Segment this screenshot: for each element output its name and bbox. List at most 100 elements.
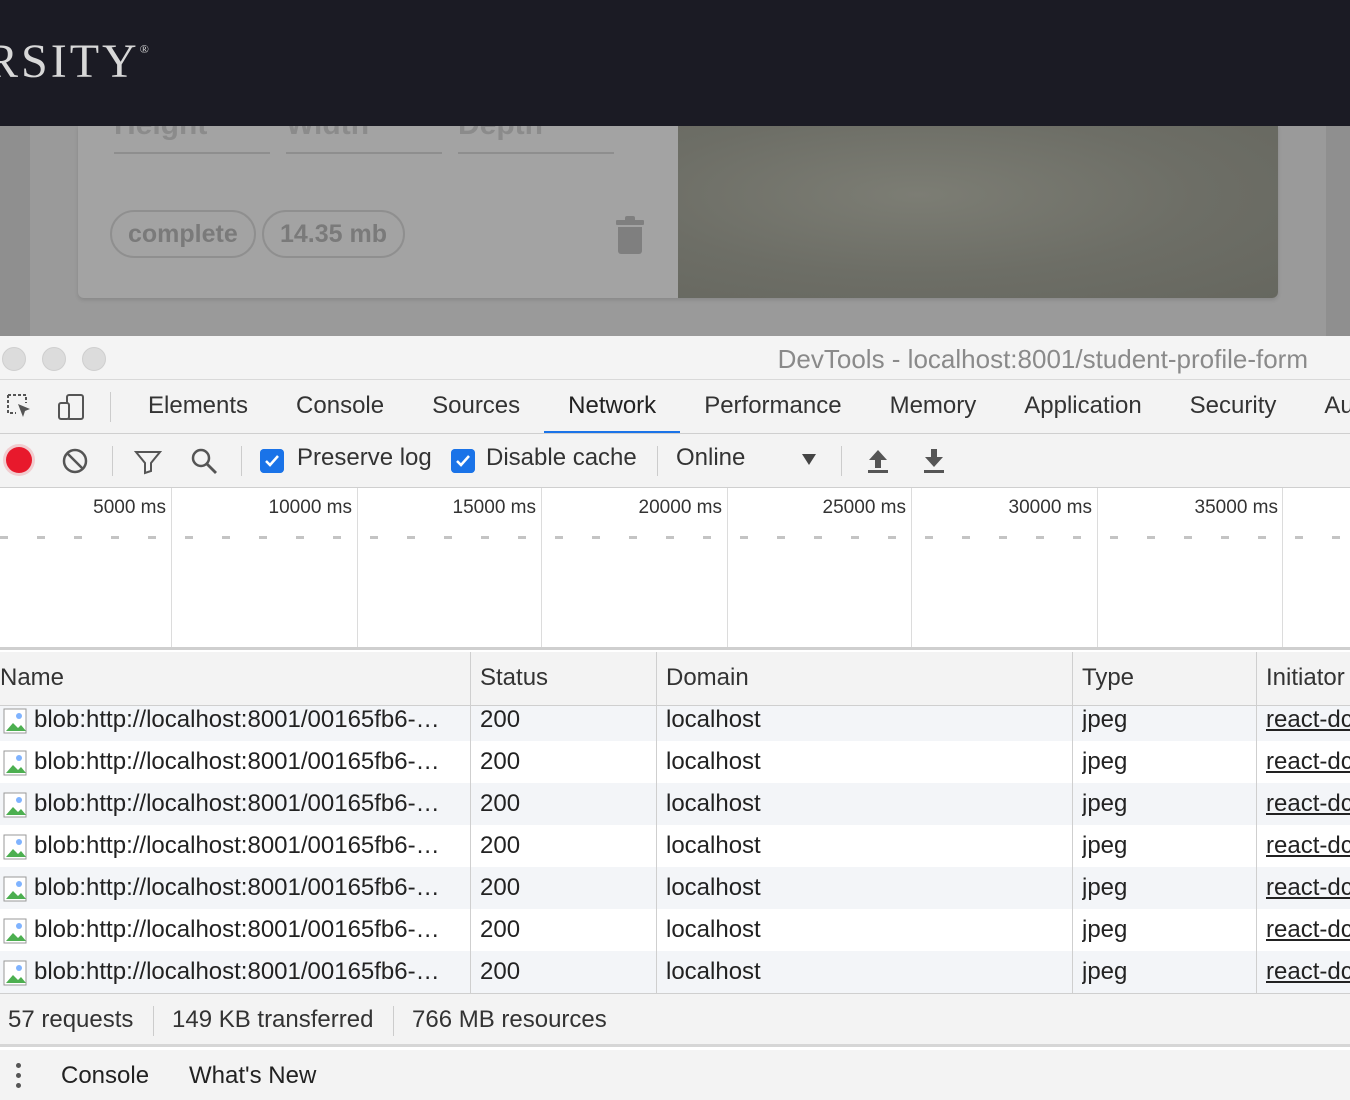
tab-elements[interactable]: Elements [124, 380, 272, 433]
tab-sources[interactable]: Sources [408, 380, 544, 433]
more-menu-icon[interactable] [16, 1063, 22, 1091]
requests-table-body: blob:http://localhost:8001/00165fb6-… 20… [0, 706, 1350, 993]
table-row[interactable]: blob:http://localhost:8001/00165fb6-… 20… [0, 825, 1350, 867]
tab-network[interactable]: Network [544, 380, 681, 433]
window-close-button[interactable] [2, 347, 26, 371]
request-type: jpeg [1082, 958, 1128, 985]
throttle-caret-icon[interactable] [802, 454, 816, 465]
toolbar-divider [241, 446, 242, 476]
image-file-icon [3, 750, 27, 776]
preserve-log-label[interactable]: Preserve log [297, 444, 432, 472]
inspect-element-icon[interactable] [5, 392, 35, 422]
image-file-icon [3, 876, 27, 902]
request-status: 200 [480, 790, 521, 817]
request-status: 200 [480, 874, 521, 901]
upload-card: Height Width Depth complete 14.35 mb [78, 126, 1278, 298]
site-brand[interactable]: RSITY® [0, 34, 149, 89]
toolbar-divider [657, 446, 658, 476]
drawer-tab-console[interactable]: Console [61, 1062, 149, 1090]
request-initiator-link[interactable]: react-dc [1266, 825, 1350, 867]
request-initiator-link[interactable]: react-dc [1266, 951, 1350, 993]
request-status: 200 [480, 916, 521, 943]
column-header-type[interactable]: Type [1073, 652, 1134, 705]
request-initiator-link[interactable]: react-dc [1266, 867, 1350, 909]
overview-gridline [911, 488, 912, 647]
disable-cache-label[interactable]: Disable cache [486, 444, 637, 472]
overview-tick-label: 25000 ms [822, 497, 906, 518]
image-file-icon [3, 834, 27, 860]
column-header-domain[interactable]: Domain [657, 652, 749, 705]
drawer-tab-whats-new[interactable]: What's New [189, 1062, 316, 1090]
panel-tab-bar: Elements Console Sources Network Perform… [0, 380, 1350, 434]
tab-application[interactable]: Application [1000, 380, 1165, 433]
table-row[interactable]: blob:http://localhost:8001/00165fb6-… 20… [0, 741, 1350, 783]
request-name: blob:http://localhost:8001/00165fb6-… [34, 748, 440, 775]
request-type: jpeg [1082, 916, 1128, 943]
tab-performance[interactable]: Performance [680, 380, 865, 433]
page-background: Height Width Depth complete 14.35 mb [0, 126, 1350, 336]
request-initiator-link[interactable]: react-dc [1266, 909, 1350, 951]
table-row[interactable]: blob:http://localhost:8001/00165fb6-… 20… [0, 909, 1350, 951]
window-zoom-button[interactable] [82, 347, 106, 371]
request-name: blob:http://localhost:8001/00165fb6-… [34, 958, 440, 985]
overview-gridline [1097, 488, 1098, 647]
tab-memory[interactable]: Memory [866, 380, 1001, 433]
export-har-icon[interactable] [920, 447, 948, 475]
request-initiator-link[interactable]: react-dc [1266, 741, 1350, 783]
overview-tick-label: 10000 ms [268, 497, 352, 518]
site-header: RSITY® [0, 0, 1350, 126]
table-row[interactable]: blob:http://localhost:8001/00165fb6-… 20… [0, 783, 1350, 825]
bottom-drawer: Console What's New [0, 1050, 1350, 1100]
request-name: blob:http://localhost:8001/00165fb6-… [34, 874, 440, 901]
column-header-status[interactable]: Status [471, 652, 548, 705]
table-row[interactable]: blob:http://localhost:8001/00165fb6-… 20… [0, 951, 1350, 993]
image-preview [678, 126, 1278, 298]
width-field[interactable]: Width [286, 126, 442, 154]
request-count: 57 requests [8, 1006, 134, 1033]
column-header-name[interactable]: Name [0, 652, 64, 705]
device-toolbar-icon[interactable] [56, 392, 86, 422]
resources-size: 766 MB resources [412, 1006, 607, 1033]
height-field[interactable]: Height [114, 126, 270, 154]
import-har-icon[interactable] [864, 447, 892, 475]
throttling-select[interactable]: Online [676, 444, 745, 472]
request-type: jpeg [1082, 832, 1128, 859]
status-chip: complete [110, 210, 256, 258]
search-icon[interactable] [190, 447, 218, 475]
devtools-titlebar: DevTools - localhost:8001/student-profil… [0, 336, 1350, 380]
delete-icon[interactable] [616, 216, 644, 254]
request-initiator-link[interactable]: react-dc [1266, 706, 1350, 741]
request-name: blob:http://localhost:8001/00165fb6-… [34, 832, 440, 859]
column-divider[interactable] [470, 652, 471, 993]
depth-field[interactable]: Depth [458, 126, 614, 154]
filter-icon[interactable] [134, 447, 162, 475]
disable-cache-checkbox[interactable] [451, 449, 475, 473]
width-field-label: Width [286, 126, 369, 142]
request-status: 200 [480, 706, 521, 733]
record-icon[interactable] [6, 447, 32, 473]
clear-icon[interactable] [61, 447, 89, 475]
tab-console[interactable]: Console [272, 380, 408, 433]
transferred-size: 149 KB transferred [172, 1006, 374, 1033]
request-type: jpeg [1082, 790, 1128, 817]
column-header-initiator[interactable]: Initiator [1257, 652, 1345, 705]
network-toolbar: Preserve log Disable cache Online [0, 434, 1350, 488]
column-divider[interactable] [1256, 652, 1257, 993]
tab-security[interactable]: Security [1166, 380, 1301, 433]
request-name: blob:http://localhost:8001/00165fb6-… [34, 706, 440, 733]
overview-tick-label: 35000 ms [1194, 497, 1278, 518]
table-row[interactable]: blob:http://localhost:8001/00165fb6-… 20… [0, 867, 1350, 909]
column-divider[interactable] [1072, 652, 1073, 993]
network-overview[interactable]: 5000 ms 10000 ms 15000 ms 20000 ms 25000… [0, 488, 1350, 650]
request-type: jpeg [1082, 874, 1128, 901]
request-domain: localhost [666, 748, 761, 775]
request-status: 200 [480, 958, 521, 985]
window-minimize-button[interactable] [42, 347, 66, 371]
table-row[interactable]: blob:http://localhost:8001/00165fb6-… 20… [0, 706, 1350, 741]
request-initiator-link[interactable]: react-dc [1266, 783, 1350, 825]
image-file-icon [3, 918, 27, 944]
request-type: jpeg [1082, 748, 1128, 775]
tab-audits[interactable]: Au [1300, 380, 1350, 433]
column-divider[interactable] [656, 652, 657, 993]
preserve-log-checkbox[interactable] [260, 449, 284, 473]
